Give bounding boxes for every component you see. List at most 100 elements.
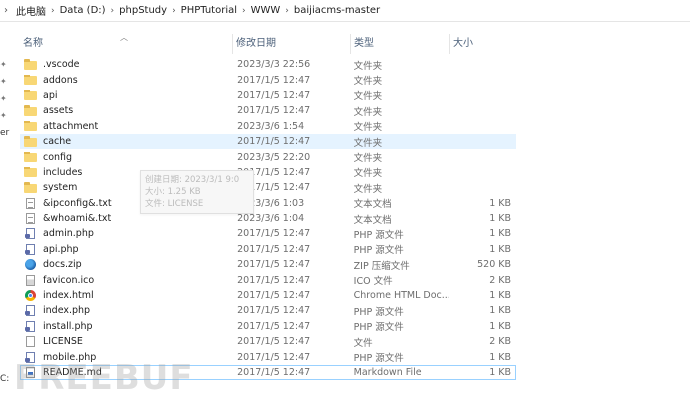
file-row[interactable]: addons 2017/1/5 12:47 文件夹 xyxy=(20,72,516,87)
file-date: 2017/1/5 12:47 xyxy=(237,320,311,332)
pin-icon[interactable]: ✦ xyxy=(0,77,7,86)
file-name-cell[interactable]: LICENSE xyxy=(21,336,233,348)
file-row[interactable]: system 2017/1/5 12:47 文件夹 xyxy=(20,180,516,195)
chevron-right-icon[interactable]: › xyxy=(285,6,289,16)
file-date: 2023/3/5 22:20 xyxy=(237,151,311,163)
column-header-label: 类型 xyxy=(354,38,374,49)
file-name-cell[interactable]: index.php xyxy=(21,305,233,317)
folder-icon xyxy=(24,166,37,178)
file-row[interactable]: &ipconfig&.txt 2023/3/6 1:03 文本文档 1 KB xyxy=(20,196,516,211)
file-name-cell[interactable]: api.php xyxy=(21,243,233,255)
file-type: PHP 源文件 xyxy=(353,353,404,365)
file-type: 文件夹 xyxy=(353,168,383,180)
file-row[interactable]: index.php 2017/1/5 12:47 PHP 源文件 1 KB xyxy=(20,303,516,318)
file-date: 2023/3/3 22:56 xyxy=(237,59,311,71)
file-type: ICO 文件 xyxy=(353,276,393,288)
folder-icon xyxy=(24,89,37,101)
breadcrumb-phptutorial[interactable]: PHPTutorial xyxy=(181,5,237,16)
file-row[interactable]: favicon.ico 2017/1/5 12:47 ICO 文件 2 KB xyxy=(20,272,516,287)
folder-icon xyxy=(24,59,37,70)
breadcrumb-drive-d[interactable]: Data (D:) xyxy=(60,5,106,16)
pin-icon[interactable]: ✦ xyxy=(0,111,7,120)
file-name-cell[interactable]: api xyxy=(21,89,233,101)
breadcrumb-baijiacms-master[interactable]: baijiacms-master xyxy=(294,5,380,16)
file-name-cell[interactable]: attachment xyxy=(21,120,233,132)
breadcrumb-phpstudy[interactable]: phpStudy xyxy=(119,5,167,16)
file-name-cell[interactable]: &whoami&.txt xyxy=(21,213,233,225)
file-row[interactable]: docs.zip 2017/1/5 12:47 ZIP 压缩文件 520 KB xyxy=(20,257,516,272)
file-type: 文本文档 xyxy=(353,214,392,226)
file-row[interactable]: install.php 2017/1/5 12:47 PHP 源文件 1 KB xyxy=(20,319,516,334)
file-date: 2017/1/5 12:47 xyxy=(237,274,311,286)
chevron-right-icon[interactable]: › xyxy=(172,6,176,16)
navigation-pane: ✦ ✦ ✦ ✦ er C: xyxy=(0,22,14,403)
chevron-right-icon[interactable]: › xyxy=(111,6,115,16)
ico-file-icon xyxy=(26,274,35,286)
file-name: index.php xyxy=(43,305,91,317)
file-name-cell[interactable]: config xyxy=(21,151,233,163)
file-row[interactable]: api.php 2017/1/5 12:47 PHP 源文件 1 KB xyxy=(20,242,516,257)
file-size: 1 KB xyxy=(489,243,512,255)
breadcrumb-this-pc[interactable]: 此电脑 xyxy=(16,3,46,18)
file-row[interactable]: LICENSE 2017/1/5 12:47 文件 2 KB xyxy=(20,334,516,349)
address-bar[interactable]: › 此电脑 › Data (D:) › phpStudy › PHPTutori… xyxy=(0,0,690,22)
chevron-right-icon[interactable]: › xyxy=(242,6,246,16)
nav-item-partial-label[interactable]: C: xyxy=(0,374,9,384)
file-name-cell[interactable]: docs.zip xyxy=(21,259,233,271)
file-date: 2017/1/5 12:47 xyxy=(237,243,311,255)
file-row[interactable]: cache 2017/1/5 12:47 文件夹 xyxy=(20,133,516,150)
file-name-cell[interactable]: cache xyxy=(21,136,233,147)
file-name-cell[interactable]: addons xyxy=(21,74,233,86)
breadcrumb-www[interactable]: WWW xyxy=(251,5,281,16)
file-row[interactable]: config 2023/3/5 22:20 文件夹 xyxy=(20,149,516,164)
file-row[interactable]: .vscode 2023/3/3 22:56 文件夹 xyxy=(20,57,516,72)
column-header-type[interactable]: 类型 xyxy=(351,34,450,54)
file-date: 2023/3/6 1:54 xyxy=(237,120,305,132)
file-type: 文本文档 xyxy=(353,199,392,211)
file-name-cell[interactable]: index.html xyxy=(21,290,233,302)
pin-icon[interactable]: ✦ xyxy=(0,94,7,103)
php-file-icon xyxy=(25,228,35,240)
file-type: 文件夹 xyxy=(353,183,383,195)
folder-icon xyxy=(24,105,37,116)
file-size: 520 KB xyxy=(477,259,512,271)
sort-ascending-icon: ︿ xyxy=(120,33,128,42)
file-name-cell[interactable]: admin.php xyxy=(21,228,233,240)
file-name-cell[interactable]: .vscode xyxy=(21,59,233,70)
file-size: 1 KB xyxy=(489,367,512,378)
file-size: 1 KB xyxy=(489,351,512,363)
file-name: favicon.ico xyxy=(43,274,95,286)
chevron-right-icon[interactable]: › xyxy=(51,6,55,16)
file-name-cell[interactable]: favicon.ico xyxy=(21,274,233,286)
file-list: .vscode 2023/3/3 22:56 文件夹 addons 2017/1/5 1… xyxy=(20,57,516,381)
file-name: &whoami&.txt xyxy=(43,213,112,225)
file-row[interactable]: &whoami&.txt 2023/3/6 1:04 文本文档 1 KB xyxy=(20,211,516,226)
file-date: 2017/1/5 12:47 xyxy=(237,89,311,101)
file-name: api xyxy=(43,89,58,101)
column-header: ︿ 名称 修改日期 类型 大小 xyxy=(20,33,516,54)
file-row[interactable]: assets 2017/1/5 12:47 文件夹 xyxy=(20,103,516,118)
file-type: ZIP 压缩文件 xyxy=(353,260,410,272)
file-size: 1 KB xyxy=(489,320,512,332)
column-header-name[interactable]: ︿ 名称 xyxy=(20,33,233,54)
file-row[interactable]: api 2017/1/5 12:47 文件夹 xyxy=(20,88,516,103)
file-name: assets xyxy=(43,105,74,117)
column-header-size[interactable]: 大小 xyxy=(450,34,516,54)
folder-icon xyxy=(24,136,37,147)
file-name-cell[interactable]: install.php xyxy=(21,320,233,332)
pin-icon[interactable]: ✦ xyxy=(0,60,7,69)
file-size: 1 KB xyxy=(489,228,512,240)
file-row[interactable]: includes 2017/1/5 12:47 文件夹 xyxy=(20,165,516,180)
zip-file-icon xyxy=(25,259,36,271)
file-type: 文件 xyxy=(353,337,373,349)
column-header-date[interactable]: 修改日期 xyxy=(233,34,351,54)
file-row[interactable]: index.html 2017/1/5 12:47 Chrome HTML Doc.… xyxy=(20,288,516,303)
nav-item-partial-label[interactable]: er xyxy=(0,128,9,138)
file-row[interactable]: attachment 2023/3/6 1:54 文件夹 xyxy=(20,119,516,134)
file-row[interactable]: admin.php 2017/1/5 12:47 PHP 源文件 1 KB xyxy=(20,226,516,241)
php-file-icon xyxy=(25,305,35,317)
file-type: 文件夹 xyxy=(353,106,383,118)
file-name-cell[interactable]: assets xyxy=(21,105,233,116)
file-type: 文件夹 xyxy=(353,153,383,165)
file-type: 文件夹 xyxy=(353,91,383,103)
